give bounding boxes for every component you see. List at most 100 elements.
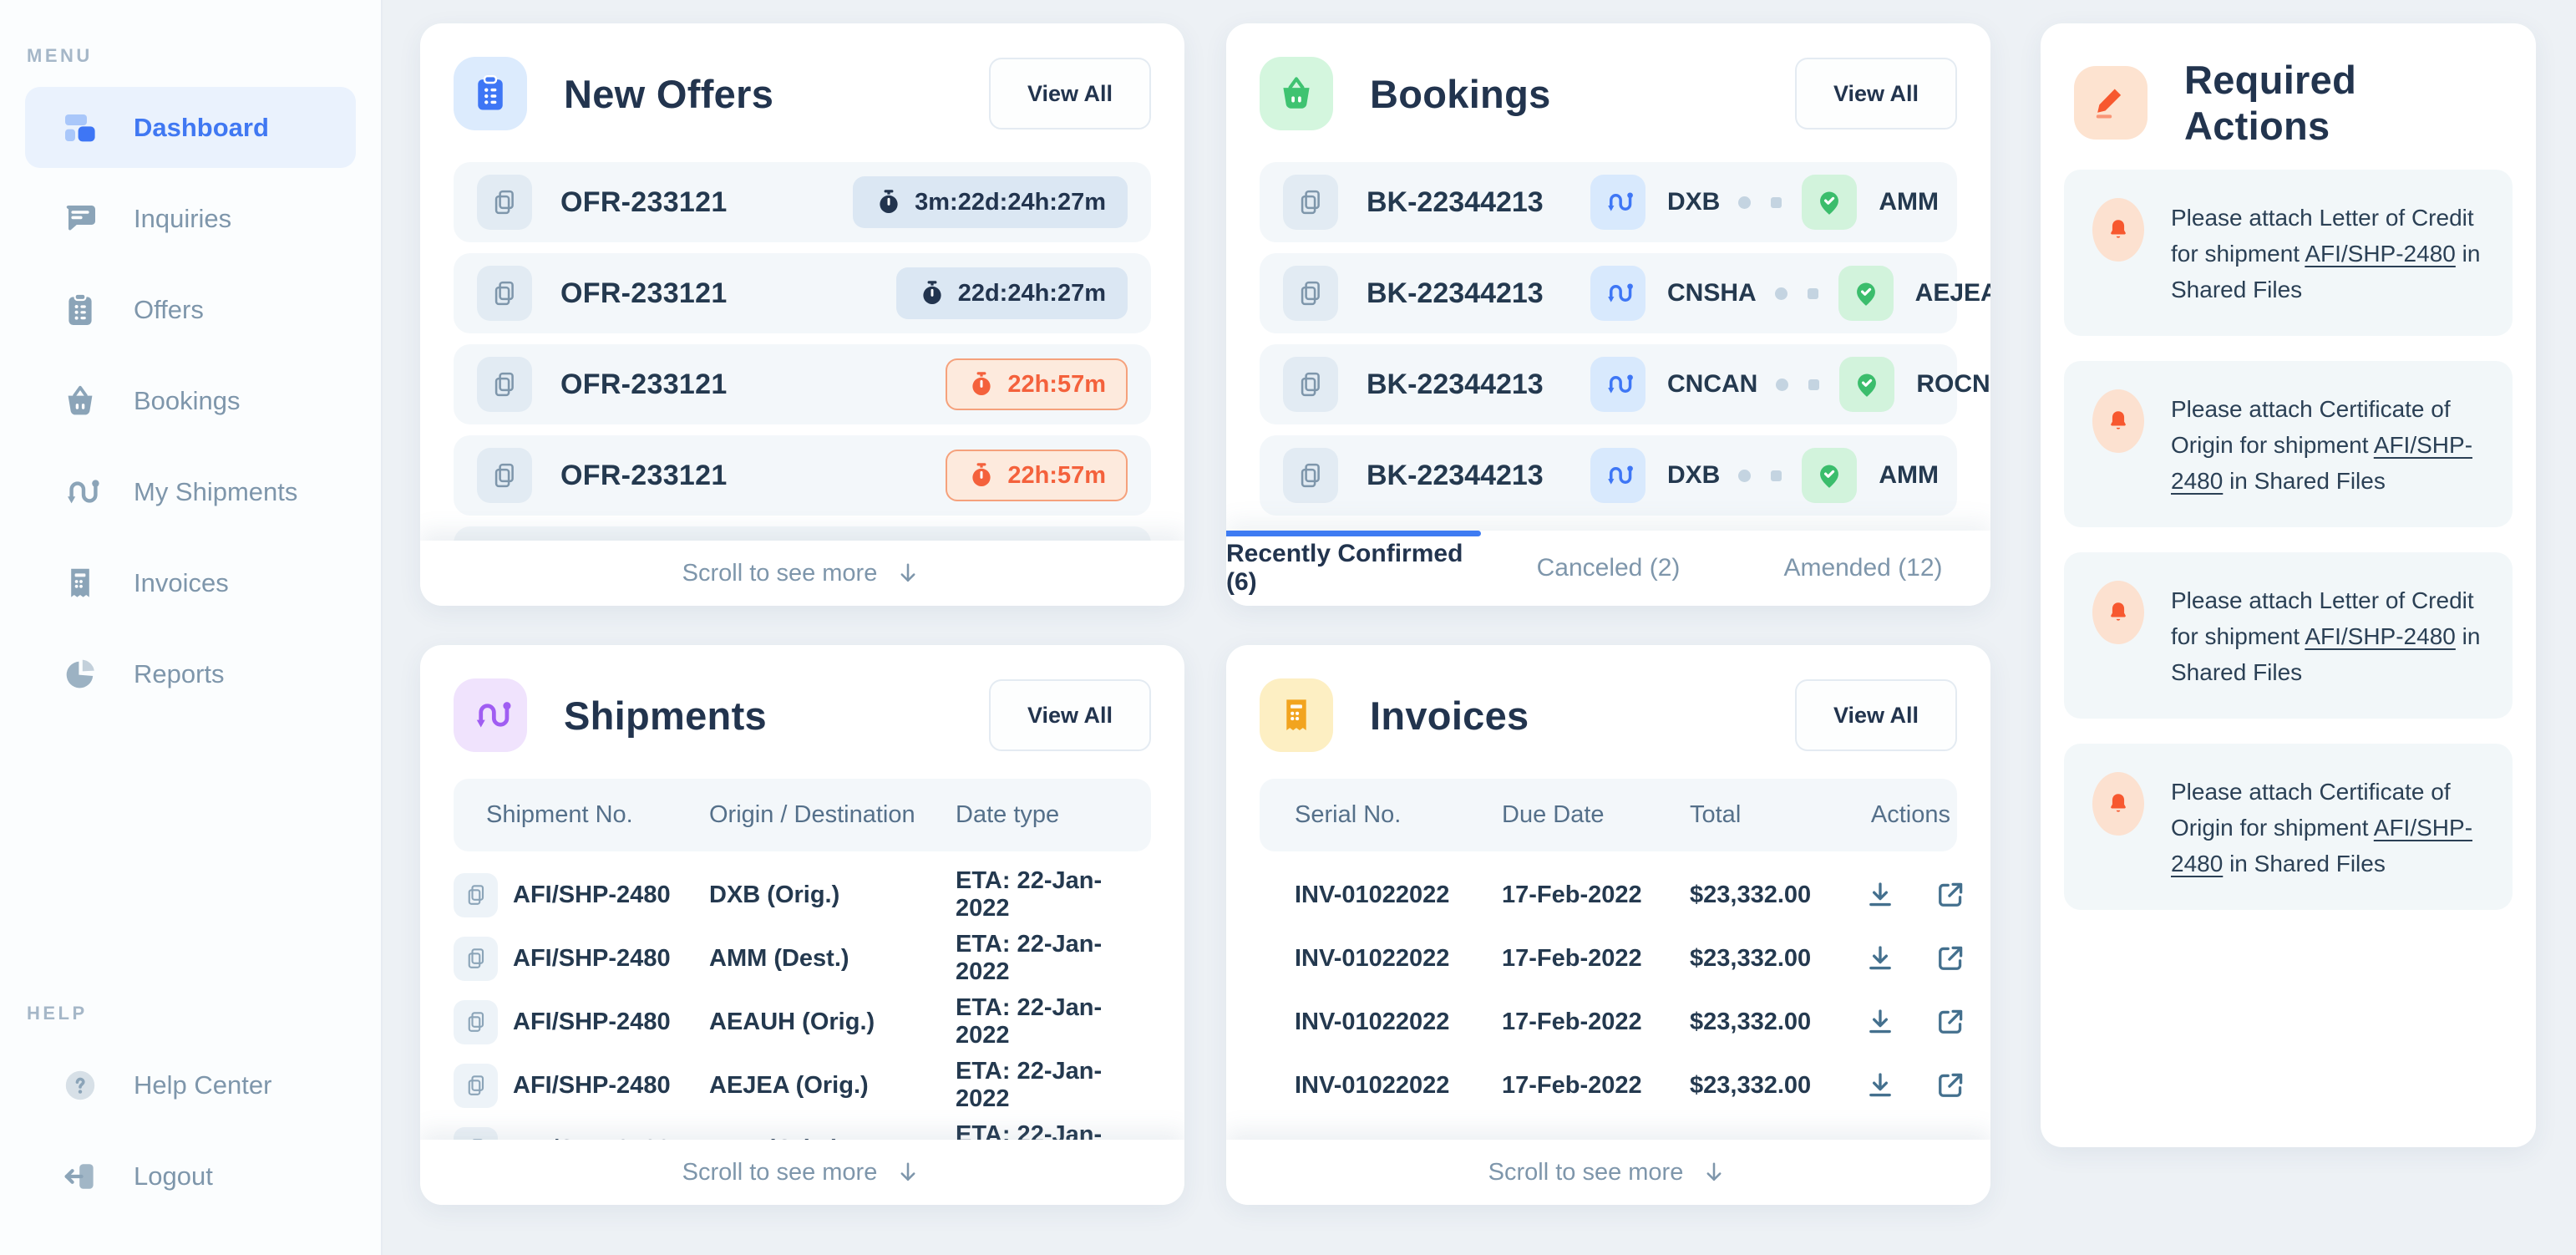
booking-row[interactable]: BK-22344213 CNCAN ROCND	[1260, 344, 1957, 424]
column-header: Actions	[1863, 801, 1957, 829]
copy-icon[interactable]	[1283, 175, 1338, 230]
card-title: Required Actions	[2184, 57, 2502, 149]
tab-amended[interactable]: Amended (12)	[1736, 531, 1990, 606]
origin-destination: AEJEA (Orig.)	[709, 1072, 956, 1100]
view-all-button[interactable]: View All	[989, 58, 1151, 130]
offer-row[interactable]: OFR-233121 3m:22d:24h:27m	[454, 162, 1151, 242]
tab-canceled[interactable]: Canceled (2)	[1481, 531, 1736, 606]
sidebar-item-label: Help Center	[134, 1070, 271, 1100]
copy-icon[interactable]	[1283, 448, 1338, 503]
dashboard-page: MENU Dashboard Inquiries Offers Bookings…	[0, 0, 2576, 1255]
table-row[interactable]: INV-01022022 17-Feb-2022 $23,332.00	[1260, 927, 1957, 990]
shipment-link[interactable]: AFI/SHP-2480	[2305, 623, 2456, 649]
download-icon[interactable]	[1863, 941, 1898, 976]
origin-destination: DXB (Orig.)	[709, 882, 956, 909]
receipt-icon	[60, 563, 100, 603]
offer-row[interactable]: OFR-233121 22h:57m	[454, 344, 1151, 424]
invoice-due-date: 17-Feb-2022	[1502, 882, 1690, 909]
copy-icon[interactable]	[477, 448, 532, 503]
booking-id: BK-22344213	[1367, 277, 1590, 310]
sidebar-item-logout[interactable]: Logout	[25, 1136, 356, 1217]
copy-icon[interactable]	[454, 937, 498, 981]
route-icon	[1590, 266, 1645, 321]
external-link-icon[interactable]	[1933, 1068, 1968, 1103]
logout-icon	[60, 1156, 100, 1197]
card-title: Bookings	[1370, 71, 1551, 117]
destination-code: AEJEA	[1915, 279, 1990, 307]
copy-icon[interactable]	[454, 873, 498, 917]
invoice-total: $23,332.00	[1690, 882, 1863, 909]
column-header: Origin / Destination	[709, 801, 956, 829]
card-title: Invoices	[1370, 693, 1529, 739]
timer-value: 22h:57m	[1007, 462, 1106, 490]
shipment-no: AFI/SHP-2480	[513, 882, 709, 909]
invoices-card: Invoices View All Serial No. Due Date To…	[1226, 645, 1990, 1205]
booking-row[interactable]: BK-22344213 CNSHA AEJEA	[1260, 253, 1957, 333]
copy-icon[interactable]	[454, 1000, 498, 1044]
view-all-button[interactable]: View All	[1795, 679, 1957, 751]
tab-recently-confirmed[interactable]: Recently Confirmed (6)	[1226, 531, 1481, 606]
scroll-hint: Scroll to see more	[420, 541, 1184, 606]
offer-row[interactable]: OFR-233121 22h:57m	[454, 435, 1151, 516]
table-row[interactable]: AFI/SHP-2480 AMM (Dest.) ETA: 22-Jan-202…	[454, 927, 1151, 990]
sidebar-item-label: Offers	[134, 295, 204, 325]
question-icon	[60, 1065, 100, 1105]
view-all-button[interactable]: View All	[989, 679, 1151, 751]
table-row[interactable]: INV-01022022 17-Feb-2022 $23,332.00	[1260, 863, 1957, 927]
table-row[interactable]: INV-01022022 17-Feb-2022 $23,332.00	[1260, 990, 1957, 1054]
external-link-icon[interactable]	[1933, 1004, 1968, 1039]
table-row[interactable]: INV-01022022 17-Feb-2022 $23,332.00	[1260, 1054, 1957, 1117]
table-row[interactable]: AFI/SHP-2480 AEAUH (Orig.) ETA: 22-Jan-2…	[454, 990, 1151, 1054]
stopwatch-icon	[967, 461, 996, 490]
invoice-due-date: 17-Feb-2022	[1502, 945, 1690, 973]
shipments-table-body: AFI/SHP-2480 DXB (Orig.) ETA: 22-Jan-202…	[454, 863, 1151, 1181]
route-progress	[1738, 196, 1782, 209]
booking-row[interactable]: BK-22344213 DXB AMM	[1260, 162, 1957, 242]
sidebar-item-offers[interactable]: Offers	[25, 269, 356, 350]
bell-icon	[2092, 581, 2144, 644]
pencil-icon	[2074, 66, 2148, 140]
stopwatch-icon	[918, 279, 946, 307]
invoice-serial: INV-01022022	[1295, 882, 1502, 909]
shipment-no: AFI/SHP-2480	[513, 945, 709, 973]
column-header: Date type	[956, 801, 1059, 829]
route-icon	[454, 678, 527, 752]
download-icon[interactable]	[1863, 877, 1898, 912]
arrow-down-icon	[1700, 1158, 1728, 1186]
download-icon[interactable]	[1863, 1068, 1898, 1103]
booking-row[interactable]: BK-22344213 DXB AMM	[1260, 435, 1957, 516]
copy-icon[interactable]	[1283, 266, 1338, 321]
sidebar-item-my-shipments[interactable]: My Shipments	[25, 451, 356, 532]
table-row[interactable]: AFI/SHP-2480 AEJEA (Orig.) ETA: 22-Jan-2…	[454, 1054, 1151, 1117]
chat-icon	[60, 199, 100, 239]
required-action-item: Please attach Certificate of Origin for …	[2064, 744, 2513, 910]
sidebar-item-dashboard[interactable]: Dashboard	[25, 87, 356, 168]
offer-row[interactable]: OFR-233121 22d:24h:27m	[454, 253, 1151, 333]
destination-code: ROCND	[1916, 370, 1990, 399]
sidebar-item-help-center[interactable]: Help Center	[25, 1044, 356, 1125]
origin-destination: AEAUH (Orig.)	[709, 1009, 956, 1036]
invoice-serial: INV-01022022	[1295, 1009, 1502, 1036]
shipment-link[interactable]: AFI/SHP-2480	[2305, 241, 2456, 267]
sidebar-item-reports[interactable]: Reports	[25, 633, 356, 714]
external-link-icon[interactable]	[1933, 941, 1968, 976]
invoice-total: $23,332.00	[1690, 945, 1863, 973]
origin-destination: AMM (Dest.)	[709, 945, 956, 973]
copy-icon[interactable]	[477, 357, 532, 412]
origin-code: DXB	[1667, 188, 1720, 216]
copy-icon[interactable]	[454, 1064, 498, 1108]
sidebar-item-inquiries[interactable]: Inquiries	[25, 178, 356, 259]
copy-icon[interactable]	[477, 266, 532, 321]
sidebar-item-bookings[interactable]: Bookings	[25, 360, 356, 441]
sidebar-item-invoices[interactable]: Invoices	[25, 542, 356, 623]
booking-rows: BK-22344213 DXB AMM BK-22344213 CNSHA AE…	[1260, 162, 1957, 526]
download-icon[interactable]	[1863, 1004, 1898, 1039]
copy-icon[interactable]	[477, 175, 532, 230]
copy-icon[interactable]	[1283, 357, 1338, 412]
view-all-button[interactable]: View All	[1795, 58, 1957, 130]
route-icon	[60, 472, 100, 512]
table-row[interactable]: AFI/SHP-2480 DXB (Orig.) ETA: 22-Jan-202…	[454, 863, 1151, 927]
external-link-icon[interactable]	[1933, 877, 1968, 912]
invoice-serial: INV-01022022	[1295, 945, 1502, 973]
timer-badge-urgent: 22h:57m	[946, 450, 1128, 501]
